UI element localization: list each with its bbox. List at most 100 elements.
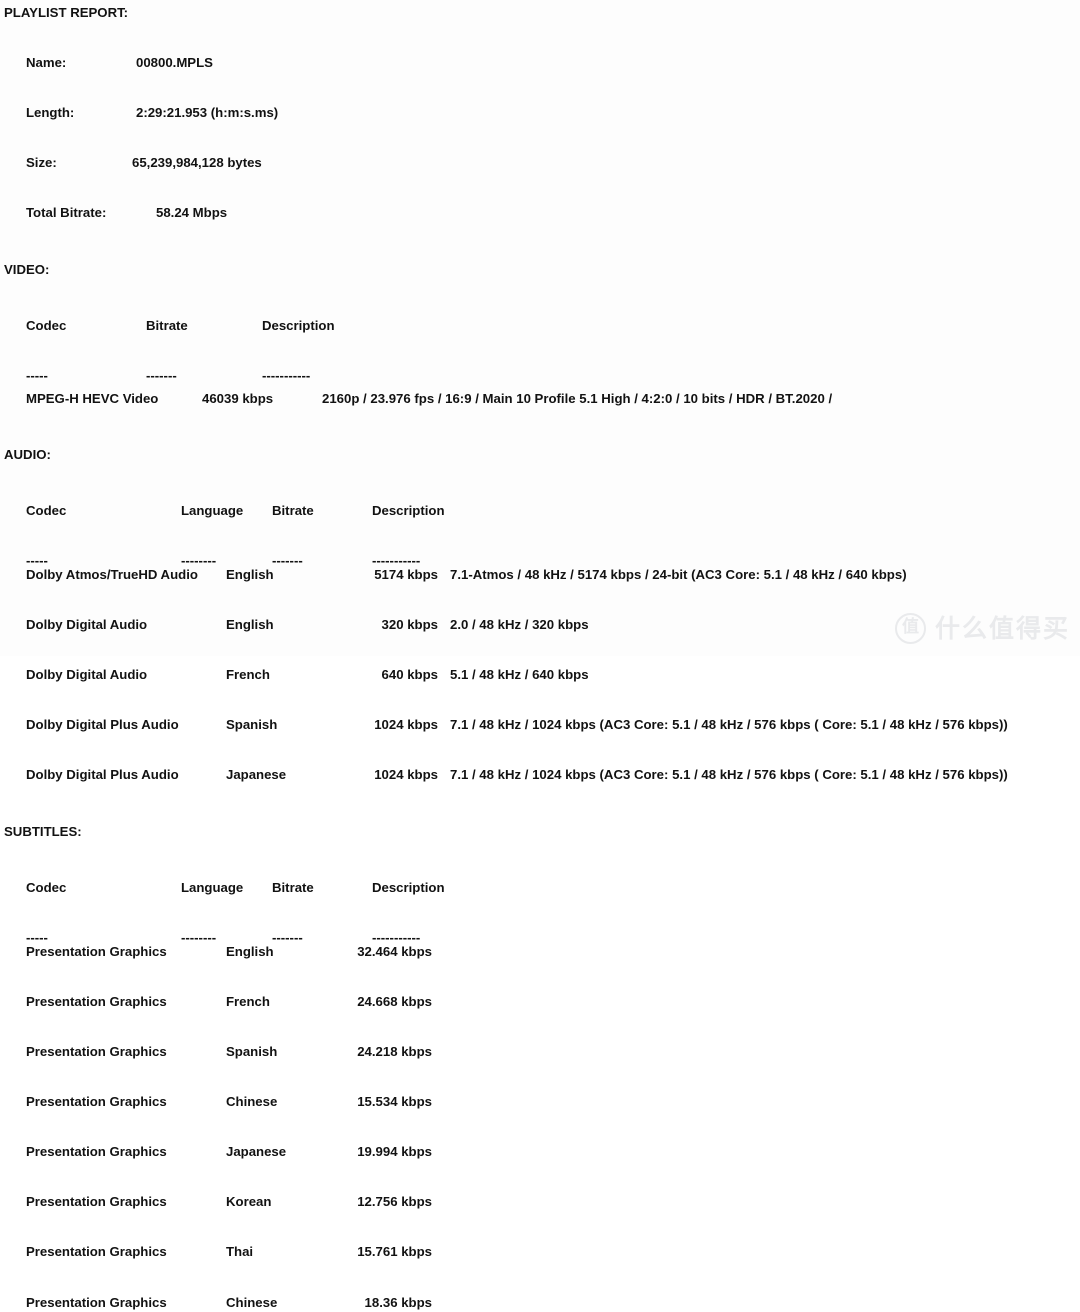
video-track-codec: MPEG-H HEVC Video [25, 390, 159, 406]
audio-track-codec: Dolby Atmos/TrueHD Audio [25, 567, 198, 583]
video-rule-bitrate: ------- [145, 367, 177, 383]
subtitle-track-codec: Presentation Graphics [25, 1043, 167, 1059]
subtitle-track-codec: Presentation Graphics [25, 1244, 167, 1260]
video-track-bitrate: 46039 kbps [201, 390, 274, 406]
audio-track-bitrate: 640 kbps [381, 667, 438, 683]
meta-label-length: Length: [25, 105, 75, 121]
subtitle-track-row: Presentation Graphics Thai 15.761 kbps [4, 1228, 1080, 1278]
meta-value-total-bitrate: 58.24 Mbps [155, 205, 228, 221]
audio-track-description: 7.1-Atmos / 48 kHz / 5174 kbps / 24-bit … [449, 567, 907, 583]
subtitle-track-language: Korean [225, 1194, 272, 1210]
audio-track-bitrate: 1024 kbps [374, 767, 438, 783]
subtitle-track-language: Chinese [225, 1094, 278, 1110]
page-title: PLAYLIST REPORT: [4, 5, 129, 20]
subtitle-track-codec: Presentation Graphics [25, 993, 167, 1009]
audio-track-description: 2.0 / 48 kHz / 320 kbps [449, 617, 589, 633]
subtitles-header-language: Language [180, 879, 244, 895]
meta-value-size: 65,239,984,128 bytes [131, 155, 262, 171]
audio-track-row: Dolby Digital Audio English 320 kbps 2.0 / … [4, 600, 1080, 650]
audio-track-language: French [225, 667, 270, 683]
meta-value-length: 2:29:21.953 (h:m:s.ms) [135, 105, 279, 121]
subtitle-track-language: Japanese [225, 1144, 287, 1160]
meta-row: Name: 00800.MPLS [4, 38, 1080, 88]
subtitle-track-row: Presentation Graphics Korean 12.756 kbps [4, 1178, 1080, 1228]
video-section: VIDEO: Codec Bitrate Description ----- ----… [4, 262, 1080, 425]
audio-track-language: Spanish [225, 717, 278, 733]
video-section-title: VIDEO: [4, 261, 50, 277]
audio-track-bitrate: 320 kbps [381, 617, 438, 633]
video-header-row: Codec Bitrate Description [4, 301, 1080, 351]
subtitle-track-language: Spanish [225, 1043, 278, 1059]
subtitles-rule-row: ----- -------- ------- ----------- [4, 913, 1080, 945]
audio-track-codec: Dolby Digital Plus Audio [25, 717, 179, 733]
subtitle-track-codec: Presentation Graphics [25, 943, 167, 959]
video-track-description: 2160p / 23.976 fps / 16:9 / Main 10 Prof… [321, 390, 833, 406]
audio-track-codec: Dolby Digital Audio [25, 667, 148, 683]
audio-track-row: Dolby Digital Audio French 640 kbps 5.1 / 4… [4, 651, 1080, 701]
subtitle-track-bitrate: 24.218 kbps [357, 1043, 432, 1059]
subtitle-track-row: Presentation Graphics Spanish 24.218 kbps [4, 1027, 1080, 1077]
subtitle-track-row: Presentation Graphics French 24.668 kbps [4, 977, 1080, 1027]
audio-track-bitrate: 1024 kbps [374, 717, 438, 733]
video-header-description: Description [261, 317, 335, 333]
subtitle-track-language: English [225, 943, 274, 959]
audio-track-description: 7.1 / 48 kHz / 1024 kbps (AC3 Core: 5.1 … [449, 717, 1008, 733]
subtitles-header-description: Description [371, 879, 445, 895]
video-header-codec: Codec [25, 317, 67, 333]
playlist-report: PLAYLIST REPORT: Name: 00800.MPLS Length:… [0, 0, 1080, 1312]
audio-header-row: Codec Language Bitrate Description [4, 486, 1080, 536]
subtitles-section-title: SUBTITLES: [4, 823, 82, 839]
subtitle-track-bitrate: 24.668 kbps [357, 993, 432, 1009]
metadata-block: Name: 00800.MPLS Length: 2:29:21.953 (h:m:… [4, 38, 1080, 238]
subtitle-track-bitrate: 15.761 kbps [357, 1244, 432, 1260]
audio-track-codec: Dolby Digital Plus Audio [25, 767, 179, 783]
video-rule-codec: ----- [25, 367, 48, 383]
audio-header-bitrate: Bitrate [271, 502, 314, 518]
meta-label-total-bitrate: Total Bitrate: [25, 205, 107, 221]
audio-header-description: Description [371, 502, 445, 518]
audio-track-language: Japanese [225, 767, 287, 783]
meta-label-size: Size: [25, 155, 57, 171]
meta-row: Length: 2:29:21.953 (h:m:s.ms) [4, 89, 1080, 139]
subtitle-track-row: Presentation Graphics Chinese 15.534 kbps [4, 1077, 1080, 1127]
audio-section-title: AUDIO: [4, 446, 51, 462]
audio-section: AUDIO: Codec Language Bitrate Description -… [4, 447, 1080, 801]
audio-header-language: Language [180, 502, 244, 518]
subtitle-track-codec: Presentation Graphics [25, 1194, 167, 1210]
subtitle-track-bitrate: 15.534 kbps [357, 1094, 432, 1110]
audio-track-row: Dolby Digital Plus Audio Spanish 1024 kbps… [4, 701, 1080, 751]
subtitle-track-language: French [225, 993, 270, 1009]
meta-value-name: 00800.MPLS [135, 55, 213, 71]
subtitles-header-bitrate: Bitrate [271, 879, 314, 895]
subtitle-track-row: Presentation Graphics Japanese 19.994 kbps [4, 1127, 1080, 1177]
meta-row: Total Bitrate: 58.24 Mbps [4, 189, 1080, 239]
subtitle-track-language: Chinese [225, 1294, 278, 1310]
subtitle-track-codec: Presentation Graphics [25, 1094, 167, 1110]
audio-track-row: Dolby Digital Plus Audio Japanese 1024 kbp… [4, 751, 1080, 801]
video-rule-description: ----------- [261, 367, 311, 383]
meta-row: Size: 65,239,984,128 bytes [4, 139, 1080, 189]
subtitle-track-bitrate: 18.36 kbps [364, 1294, 432, 1310]
audio-track-language: English [225, 617, 274, 633]
audio-track-codec: Dolby Digital Audio [25, 617, 148, 633]
video-rule-row: ----- ------- ----------- [4, 351, 1080, 383]
meta-label-name: Name: [25, 55, 67, 71]
subtitles-header-codec: Codec [25, 879, 67, 895]
audio-track-language: English [225, 567, 274, 583]
audio-track-description: 7.1 / 48 kHz / 1024 kbps (AC3 Core: 5.1 … [449, 767, 1008, 783]
subtitle-track-bitrate: 19.994 kbps [357, 1144, 432, 1160]
subtitle-track-row: Presentation Graphics Chinese 18.36 kbps [4, 1278, 1080, 1312]
subtitle-track-bitrate: 32.464 kbps [357, 943, 432, 959]
video-header-bitrate: Bitrate [145, 317, 188, 333]
audio-header-codec: Codec [25, 502, 67, 518]
audio-track-bitrate: 5174 kbps [374, 567, 438, 583]
subtitle-track-codec: Presentation Graphics [25, 1294, 167, 1310]
audio-rule-row: ----- -------- ------- ----------- [4, 536, 1080, 568]
